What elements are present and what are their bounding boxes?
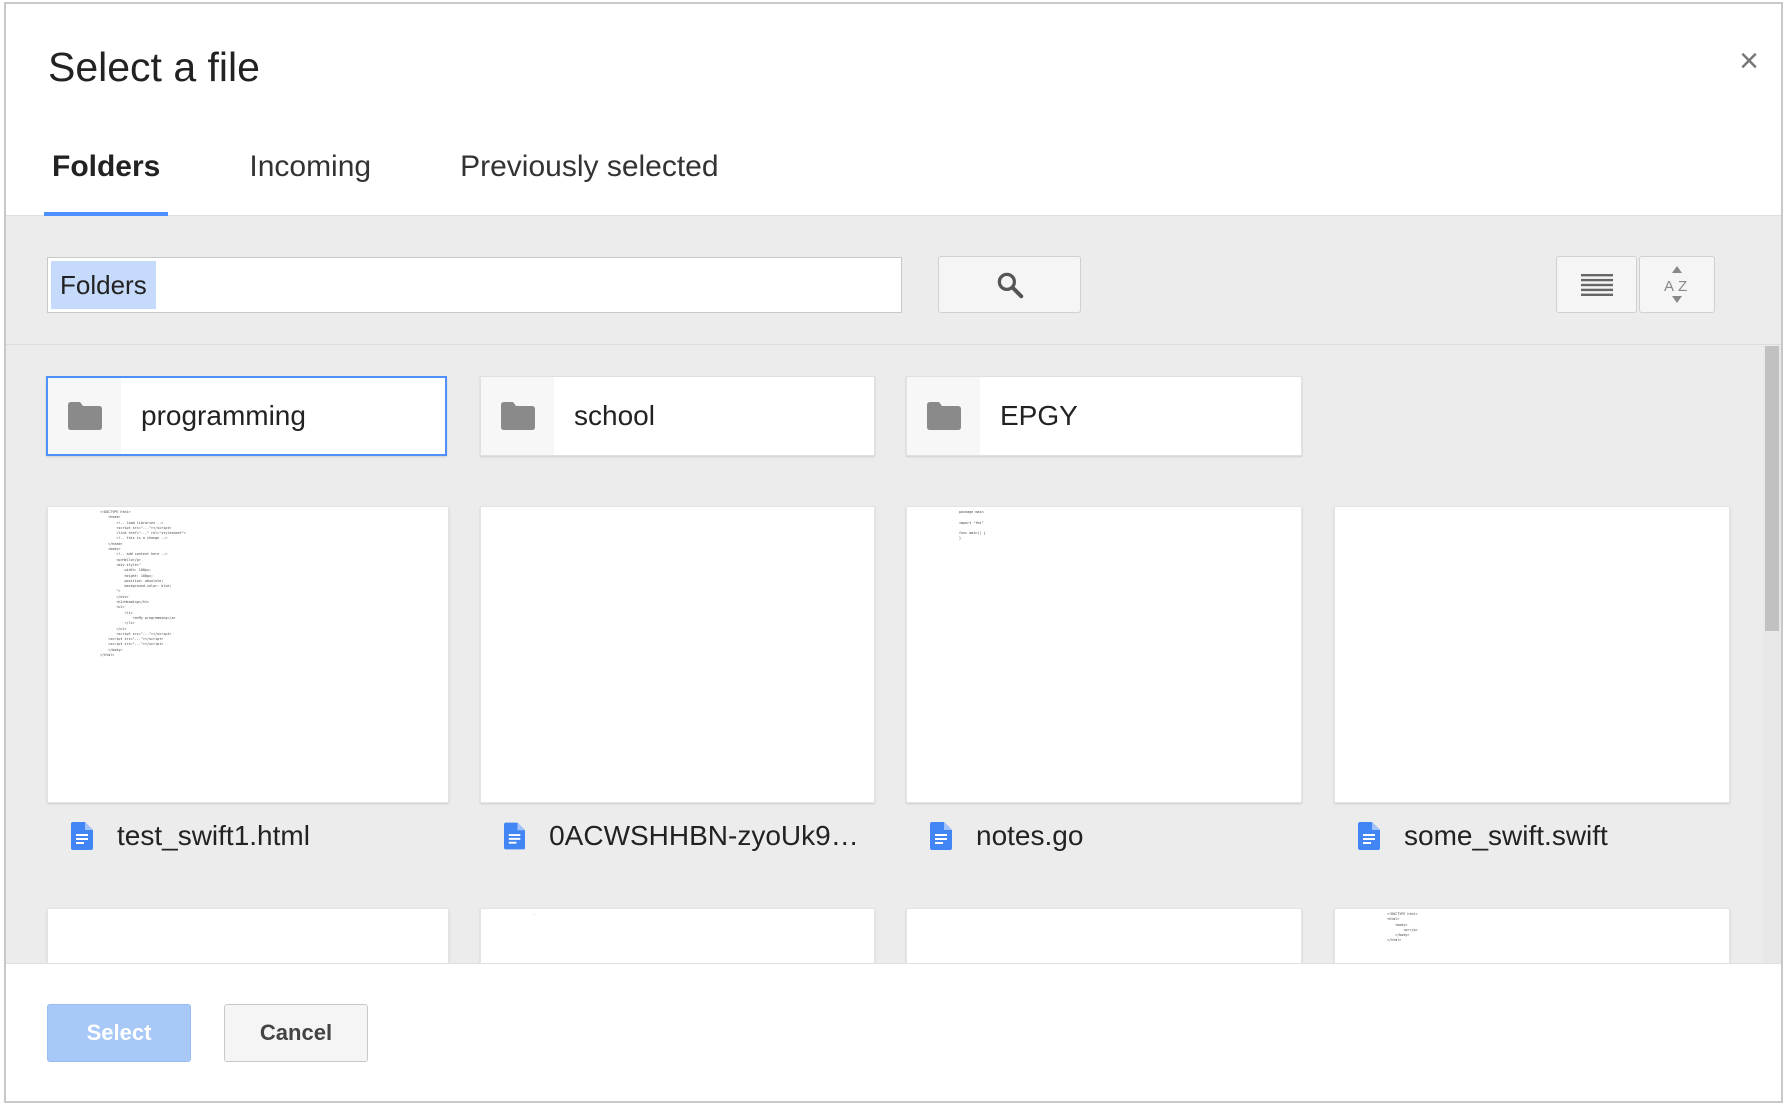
file-name: some_swift.swift <box>1404 820 1608 851</box>
file-name: notes.go <box>976 820 1084 851</box>
document-icon <box>930 822 952 850</box>
thumbnail-preview: <!DOCTYPE html> <head> <!-- load librari… <box>100 510 186 658</box>
select-button[interactable]: Select <box>47 1004 191 1062</box>
svg-text:A: A <box>1664 278 1674 295</box>
content-area: Folders A Z programming school EPGY <!DO… <box>6 216 1781 966</box>
scrollbar-thumb[interactable] <box>1765 346 1779 631</box>
svg-text:Z: Z <box>1678 278 1687 295</box>
file-item-test-swift1[interactable]: test_swift1.html <box>47 816 449 856</box>
file-grid: programming school EPGY <!DOCTYPE html> … <box>6 346 1781 966</box>
file-thumbnail[interactable] <box>47 908 449 966</box>
tab-folders[interactable]: Folders <box>44 134 169 216</box>
path-breadcrumb-input[interactable]: Folders <box>47 257 902 313</box>
thumbnail-preview: <!DOCTYPE html> <html> <body> <p></p> </… <box>1387 912 1418 943</box>
document-icon <box>1358 822 1380 850</box>
tab-incoming[interactable]: Incoming <box>241 134 379 216</box>
file-picker-dialog: Select a file × Folders Incoming Previou… <box>4 2 1783 1103</box>
document-icon <box>71 822 93 850</box>
dialog-title: Select a file <box>48 44 260 90</box>
thumbnail-preview: package main import "fmt" func main() { … <box>959 510 986 541</box>
folder-icon <box>907 377 980 455</box>
document-icon <box>504 822 526 850</box>
file-thumbnail[interactable]: <!DOCTYPE html> <html> <body> <p></p> </… <box>1334 908 1730 966</box>
file-name: test_swift1.html <box>117 820 310 851</box>
file-thumbnail-test-swift1[interactable]: <!DOCTYPE html> <head> <!-- load librari… <box>47 506 449 803</box>
tab-previously-selected[interactable]: Previously selected <box>452 134 726 216</box>
folder-name: programming <box>141 400 306 431</box>
cancel-button[interactable]: Cancel <box>224 1004 368 1062</box>
thumbnail-preview: . <box>533 912 536 916</box>
file-item-some-swift[interactable]: some_swift.swift <box>1334 816 1730 856</box>
tab-bar: Folders Incoming Previously selected <box>44 134 800 216</box>
file-item-0acwshhbn[interactable]: 0ACWSHHBN-zyoUk9PV... <box>480 816 875 856</box>
toolbar: Folders A Z <box>6 216 1781 345</box>
file-thumbnail[interactable]: . <box>480 908 875 966</box>
sort-az-icon: A Z <box>1664 265 1687 303</box>
sort-button[interactable]: A Z <box>1639 256 1715 313</box>
file-thumbnail-notes-go[interactable]: package main import "fmt" func main() { … <box>906 506 1302 803</box>
search-icon <box>997 272 1023 298</box>
folder-card-epgy[interactable]: EPGY <box>906 376 1302 456</box>
dialog-footer: Select Cancel <box>6 963 1781 1101</box>
folder-name: EPGY <box>1000 400 1078 431</box>
dialog-header: Select a file × Folders Incoming Previou… <box>6 4 1781 216</box>
folder-icon <box>481 377 554 455</box>
list-view-button[interactable] <box>1556 256 1637 313</box>
close-icon[interactable]: × <box>1739 44 1759 78</box>
path-chip-folders[interactable]: Folders <box>51 261 156 309</box>
folder-icon <box>48 378 121 454</box>
file-name: 0ACWSHHBN-zyoUk9PV... <box>549 820 875 851</box>
file-thumbnail[interactable] <box>906 908 1302 966</box>
file-thumbnail-some-swift[interactable] <box>1334 506 1730 803</box>
vertical-scrollbar[interactable] <box>1763 346 1781 966</box>
file-thumbnail-0acwshhbn[interactable] <box>480 506 875 803</box>
search-button[interactable] <box>938 256 1081 313</box>
list-view-icon <box>1580 273 1613 296</box>
folder-card-programming[interactable]: programming <box>46 376 447 456</box>
folder-name: school <box>574 400 655 431</box>
file-item-notes-go[interactable]: notes.go <box>906 816 1302 856</box>
folder-card-school[interactable]: school <box>480 376 875 456</box>
